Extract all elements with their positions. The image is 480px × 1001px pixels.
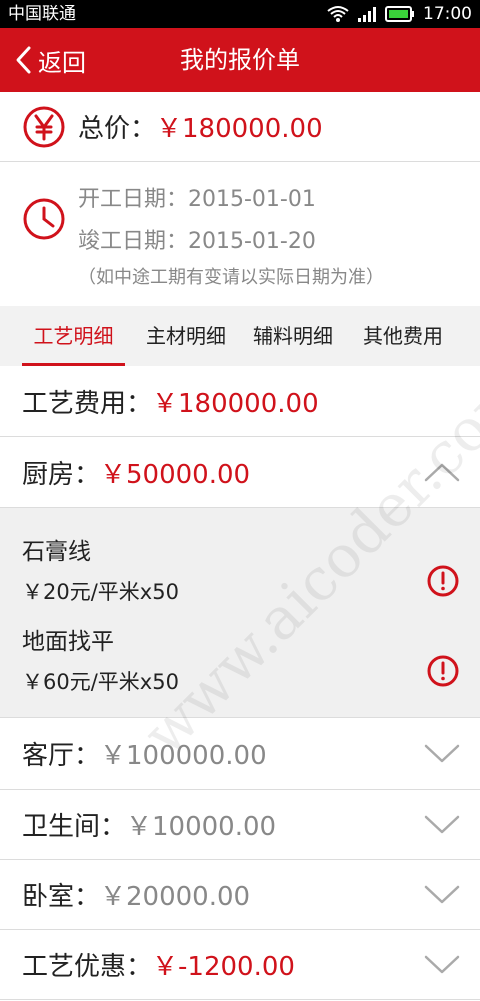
chevron-down-icon[interactable] <box>424 885 460 905</box>
total-price-row: 总价： ￥180000.00 <box>0 92 480 162</box>
clock-time: 17:00 <box>423 4 472 24</box>
item-price: ￥20元/平米x50 <box>22 580 179 604</box>
room-label: 客厅： <box>22 741 101 771</box>
craft-fee-label: 工艺费用： <box>22 388 153 419</box>
wifi-icon <box>327 6 349 22</box>
battery-icon <box>385 6 414 22</box>
discount-row[interactable]: 工艺优惠： ￥-1200.00 <box>0 930 480 1000</box>
chevron-down-icon[interactable] <box>424 955 460 975</box>
chevron-up-icon[interactable] <box>424 462 460 482</box>
alert-icon[interactable] <box>426 654 460 688</box>
signal-icon <box>358 7 376 22</box>
total-amount: ￥180000.00 <box>156 114 323 144</box>
craft-fee-row: 工艺费用： ￥180000.00 <box>0 366 480 437</box>
status-icons: 17:00 <box>327 3 472 25</box>
tab-other-fees[interactable]: 其他费用 <box>355 306 451 366</box>
list-item: 石膏线 ￥20元/平米x50 <box>0 532 480 622</box>
room-label: 厨房： <box>22 459 101 490</box>
chevron-down-icon[interactable] <box>424 744 460 764</box>
room-label: 卧室： <box>22 882 101 912</box>
room-amount: ￥20000.00 <box>100 882 251 912</box>
date-section: 开工日期：2015-01-01 竣工日期：2015-01-20 （如中途工期有变… <box>0 163 480 306</box>
list-item: 地面找平 ￥60元/平米x50 <box>0 622 480 712</box>
room-row-bedroom[interactable]: 卧室： ￥20000.00 <box>0 860 480 930</box>
yen-icon <box>23 106 65 147</box>
discount-label: 工艺优惠： <box>22 952 153 982</box>
room-amount: ￥10000.00 <box>126 812 277 842</box>
craft-fee-amount: ￥180000.00 <box>152 388 319 419</box>
status-bar: 中国联通 17:00 <box>0 0 480 28</box>
page-title: 我的报价单 <box>180 46 300 74</box>
end-date: 竣工日期：2015-01-20 <box>78 229 316 254</box>
chevron-down-icon[interactable] <box>424 815 460 835</box>
room-row-bathroom[interactable]: 卫生间： ￥10000.00 <box>0 790 480 860</box>
room-amount: ￥50000.00 <box>100 459 251 490</box>
tab-auxiliary-materials[interactable]: 辅料明细 <box>245 306 341 366</box>
date-note: （如中途工期有变请以实际日期为准） <box>78 267 384 288</box>
item-price: ￥60元/平米x50 <box>22 670 179 694</box>
total-label: 总价： <box>78 114 157 144</box>
discount-amount: ￥-1200.00 <box>152 952 295 982</box>
detail-tabs: 工艺明细 主材明细 辅料明细 其他费用 <box>0 306 480 366</box>
clock-icon <box>23 198 65 240</box>
item-name: 地面找平 <box>22 629 114 655</box>
room-row-kitchen[interactable]: 厨房： ￥50000.00 <box>0 437 480 508</box>
nav-bar: 返回 我的报价单 <box>0 28 480 92</box>
room-label: 卫生间： <box>22 812 127 842</box>
room-amount: ￥100000.00 <box>100 741 267 771</box>
carrier-name: 中国联通 <box>8 4 76 24</box>
tab-main-materials[interactable]: 主材明细 <box>138 306 234 366</box>
room-row-living-room[interactable]: 客厅： ￥100000.00 <box>0 718 480 790</box>
tab-craft-details[interactable]: 工艺明细 <box>22 306 125 366</box>
alert-icon[interactable] <box>426 564 460 598</box>
kitchen-item-list: 石膏线 ￥20元/平米x50 地面找平 ￥60元/平米x50 <box>0 508 480 718</box>
start-date: 开工日期：2015-01-01 <box>78 187 316 212</box>
item-name: 石膏线 <box>22 539 91 565</box>
